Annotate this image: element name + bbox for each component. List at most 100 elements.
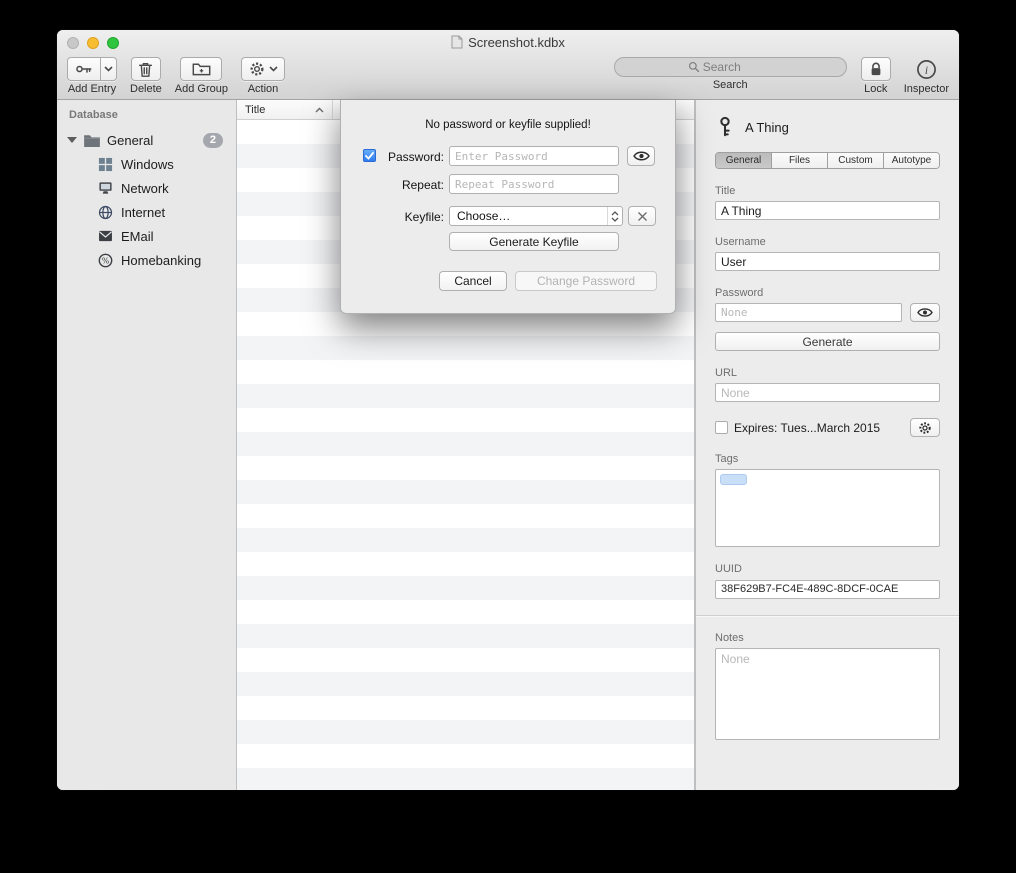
notes-label: Notes <box>715 632 940 644</box>
inspector-tabs: General Files Custom Autotype <box>715 152 940 169</box>
disclosure-triangle-icon[interactable] <box>67 137 77 143</box>
reveal-password-button[interactable] <box>910 303 940 322</box>
sidebar-item-label: Homebanking <box>121 253 201 268</box>
url-field[interactable] <box>715 383 940 402</box>
tab-autotype[interactable]: Autotype <box>884 153 939 168</box>
key-icon <box>715 116 735 138</box>
search-field[interactable] <box>614 57 847 77</box>
sidebar-item-network[interactable]: Network <box>57 176 236 200</box>
delete-button[interactable] <box>131 57 161 81</box>
dialog-repeat-input[interactable] <box>449 174 619 194</box>
add-entry-dropdown-button[interactable] <box>101 57 117 81</box>
delete-label: Delete <box>130 83 162 95</box>
eye-icon <box>917 307 933 318</box>
dialog-repeat-label: Repeat: <box>341 178 444 192</box>
inspector-button[interactable]: i <box>911 57 941 81</box>
toolbar-item-add-entry: Add Entry <box>67 57 117 95</box>
uuid-label: UUID <box>715 563 940 575</box>
document-icon <box>451 35 463 49</box>
padlock-icon <box>869 61 883 77</box>
eye-icon <box>633 150 650 162</box>
change-password-button[interactable]: Change Password <box>515 271 657 291</box>
column-header-title[interactable]: Title <box>237 100 333 119</box>
sidebar-item-label: Network <box>121 181 169 196</box>
tag-chip[interactable] <box>720 474 747 485</box>
folder-icon <box>83 133 101 147</box>
inspector-panel: A Thing General Files Custom Autotype Ti… <box>695 100 959 790</box>
app-window: Screenshot.kdbx Add Ent <box>57 30 959 790</box>
svg-text:%: % <box>101 256 109 265</box>
dialog-reveal-password-button[interactable] <box>627 146 655 166</box>
windows-grid-icon <box>97 156 113 172</box>
tab-general[interactable]: General <box>716 153 772 168</box>
dialog-keyfile-label: Keyfile: <box>341 210 444 224</box>
sidebar-item-general[interactable]: General 2 <box>57 128 236 152</box>
gear-icon <box>249 61 265 77</box>
toolbar-item-search: Search <box>614 57 847 91</box>
computer-icon <box>97 180 113 196</box>
dialog-password-input[interactable] <box>449 146 619 166</box>
expires-label: Expires: Tues...March 2015 <box>734 421 880 435</box>
toolbar-item-add-group: Add Group <box>175 57 228 95</box>
toolbar-item-inspector: i Inspector <box>904 57 949 95</box>
window-title-text: Screenshot.kdbx <box>468 35 565 50</box>
key-icon <box>75 61 93 77</box>
titlebar[interactable]: Screenshot.kdbx <box>57 30 959 56</box>
toolbar-item-lock: Lock <box>861 57 891 95</box>
tab-custom[interactable]: Custom <box>828 153 884 168</box>
tags-box[interactable] <box>715 469 940 547</box>
close-x-icon <box>637 211 648 222</box>
toolbar-item-action: Action <box>241 57 285 95</box>
cancel-button[interactable]: Cancel <box>439 271 507 291</box>
title-field-label: Title <box>715 185 940 197</box>
username-field[interactable] <box>715 252 940 271</box>
separator <box>696 615 959 616</box>
window-title: Screenshot.kdbx <box>57 35 959 50</box>
notes-field[interactable] <box>715 648 940 740</box>
title-field[interactable] <box>715 201 940 220</box>
toolbar: Add Entry Delete Add Group <box>57 56 959 100</box>
coin-icon: % <box>97 252 113 268</box>
sidebar-item-label: Windows <box>121 157 174 172</box>
change-password-dialog: No password or keyfile supplied! Passwor… <box>340 100 676 314</box>
stepper-icon <box>607 207 622 225</box>
expires-settings-button[interactable] <box>910 418 940 437</box>
password-field[interactable] <box>715 303 902 322</box>
envelope-icon <box>97 228 113 244</box>
sidebar-item-windows[interactable]: Windows <box>57 152 236 176</box>
tags-label: Tags <box>715 453 940 465</box>
generate-keyfile-button[interactable]: Generate Keyfile <box>449 232 619 251</box>
expires-checkbox[interactable] <box>715 421 728 434</box>
column-header-label: Title <box>245 104 265 116</box>
tab-files[interactable]: Files <box>772 153 828 168</box>
entry-count-badge: 2 <box>203 133 223 148</box>
sidebar-item-email[interactable]: EMail <box>57 224 236 248</box>
add-group-button[interactable] <box>180 57 222 81</box>
globe-icon <box>97 204 113 220</box>
add-entry-button[interactable] <box>67 57 101 81</box>
chevron-down-icon <box>269 66 278 72</box>
clear-keyfile-button[interactable] <box>628 206 656 226</box>
action-label: Action <box>248 83 279 95</box>
keyfile-dropdown-value: Choose… <box>457 209 510 223</box>
keyfile-dropdown[interactable]: Choose… <box>449 206 623 226</box>
toolbar-item-delete: Delete <box>130 57 162 95</box>
sidebar-item-homebanking[interactable]: % Homebanking <box>57 248 236 272</box>
username-field-label: Username <box>715 236 940 248</box>
dialog-password-label: Password: <box>341 150 444 164</box>
gear-icon <box>918 421 932 435</box>
lock-button[interactable] <box>861 57 891 81</box>
sidebar-item-internet[interactable]: Internet <box>57 200 236 224</box>
window-header: Screenshot.kdbx Add Ent <box>57 30 959 100</box>
inspector-label: Inspector <box>904 83 949 95</box>
search-input[interactable] <box>703 60 773 74</box>
add-entry-label: Add Entry <box>68 83 116 95</box>
uuid-field[interactable] <box>715 580 940 599</box>
action-button[interactable] <box>241 57 285 81</box>
sidebar-item-label: EMail <box>121 229 154 244</box>
add-group-label: Add Group <box>175 83 228 95</box>
trash-icon <box>138 61 153 78</box>
sidebar-item-label: General <box>107 133 153 148</box>
search-icon <box>688 61 700 73</box>
generate-password-button[interactable]: Generate <box>715 332 940 351</box>
